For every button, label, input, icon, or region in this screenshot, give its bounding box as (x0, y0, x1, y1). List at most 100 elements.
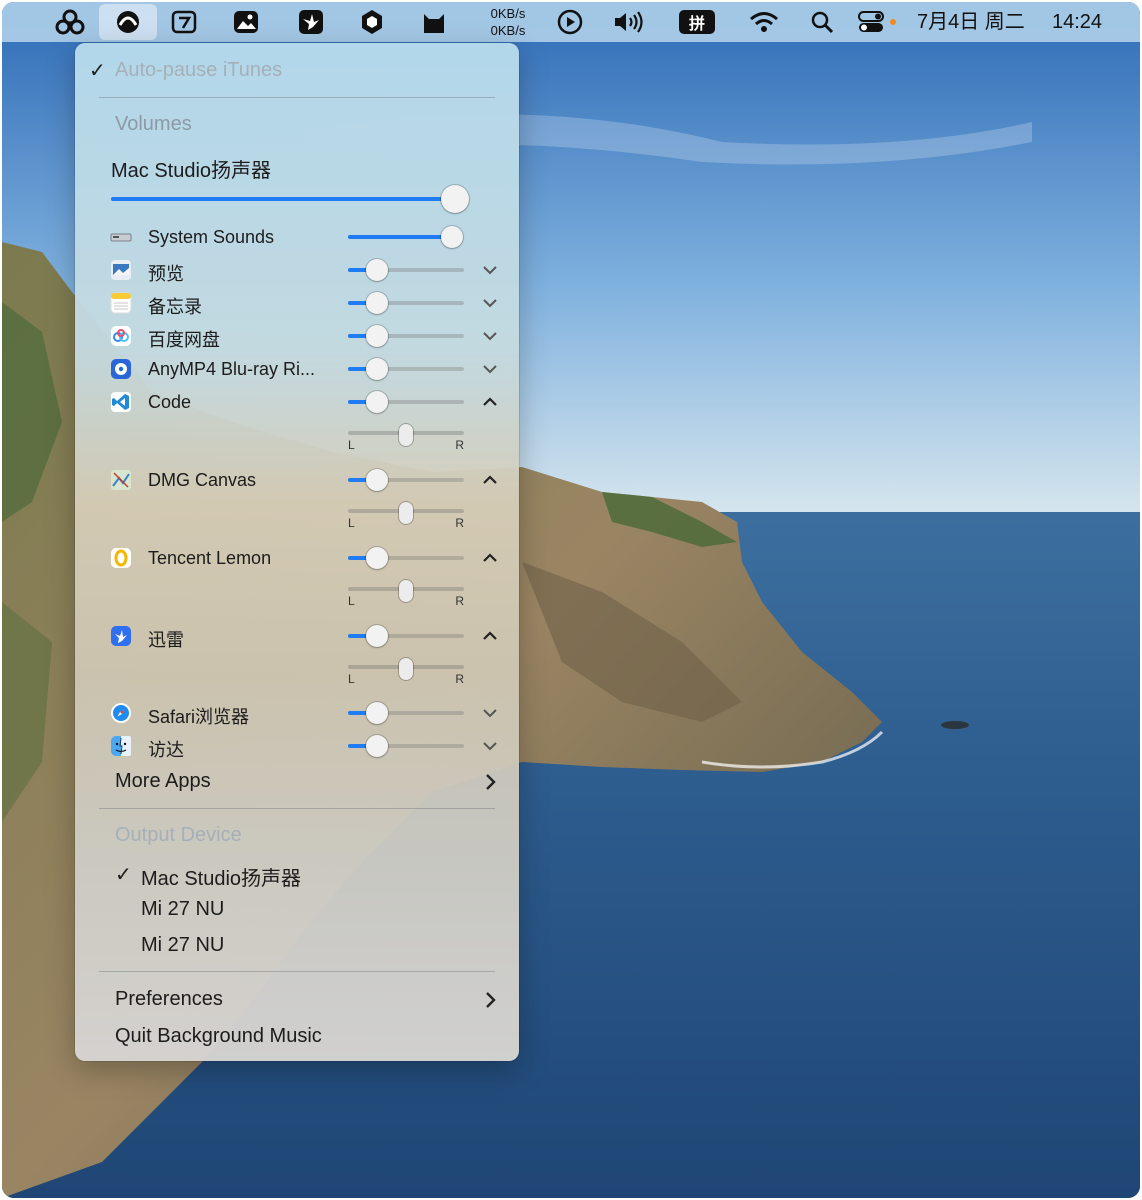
app-volume-slider[interactable] (348, 469, 464, 491)
volume-icon[interactable] (605, 2, 653, 42)
balance-slider[interactable]: LR (348, 580, 464, 608)
app-cluster-icon[interactable] (46, 2, 94, 42)
auto-pause-item[interactable]: ✓ Auto-pause iTunes (75, 55, 519, 87)
output-device-header: Output Device (115, 824, 242, 846)
balance-right-label: R (455, 438, 464, 452)
balance-knob[interactable] (399, 580, 413, 602)
app-volume-slider[interactable] (348, 259, 464, 281)
output-device-label: Mi 27 NU (141, 934, 225, 956)
app-volume-row: DMG Canvas L R (75, 465, 519, 537)
output-device-item[interactable]: Mi 27 NU (75, 929, 519, 963)
app-volume-slider[interactable] (348, 358, 464, 380)
app-volume-slider[interactable] (348, 292, 464, 314)
dmg-canvas-icon (110, 469, 132, 491)
app-volume-slider[interactable] (348, 391, 464, 413)
app-volume-row: Tencent Lemon L R (75, 543, 519, 615)
vscode-icon (110, 391, 132, 413)
notes-icon (110, 292, 132, 314)
chevron-down-icon[interactable] (481, 704, 499, 722)
preferences-item[interactable]: Preferences (75, 983, 519, 1017)
chevron-up-icon[interactable] (481, 549, 499, 567)
menubar-date[interactable]: 7月4日 周二 (917, 2, 1025, 42)
slider-knob[interactable] (366, 735, 388, 757)
balance-slider[interactable]: LR (348, 658, 464, 686)
app-volume-row: 预览 (75, 255, 519, 285)
chevron-up-icon[interactable] (481, 393, 499, 411)
balance-slider[interactable]: LR (348, 502, 464, 530)
more-apps-item[interactable]: More Apps (75, 765, 519, 799)
app-volume-slider[interactable] (348, 735, 464, 757)
app-volume-slider[interactable] (348, 226, 463, 248)
anymp4-icon (110, 358, 132, 380)
balance-right-label: R (455, 516, 464, 530)
slider-knob[interactable] (366, 325, 388, 347)
slider-knob[interactable] (366, 625, 388, 647)
cat-icon[interactable] (410, 2, 458, 42)
app-volume-row: System Sounds (75, 222, 519, 252)
slider-knob[interactable] (366, 547, 388, 569)
output-device-item[interactable]: Mi 27 NU (75, 893, 519, 927)
play-icon[interactable] (546, 2, 594, 42)
separator (99, 808, 495, 809)
balance-knob[interactable] (399, 658, 413, 680)
menu-bar: 0KB/s 0KB/s 拼 7月4日 周二 14:24 (2, 2, 1140, 42)
menubar-time[interactable]: 14:24 (1052, 2, 1102, 42)
device-name: Mac Studio扬声器 (111, 160, 272, 182)
chevron-right-icon (486, 774, 496, 790)
app-volume-row: Safari浏览器 (75, 698, 519, 728)
output-device-label: Mi 27 NU (141, 898, 225, 920)
app-volume-slider[interactable] (348, 702, 464, 724)
slider-knob[interactable] (366, 358, 388, 380)
app-volume-row: AnyMP4 Blu-ray Ri... (75, 354, 519, 384)
editor-icon[interactable] (160, 2, 208, 42)
output-device-item[interactable]: ✓ Mac Studio扬声器 (75, 857, 519, 891)
slider-knob[interactable] (366, 702, 388, 724)
quit-item[interactable]: Quit Background Music (75, 1020, 519, 1054)
balance-left-label: L (348, 438, 355, 452)
network-speed[interactable]: 0KB/s 0KB/s (482, 5, 534, 39)
background-music-icon[interactable] (99, 4, 157, 40)
chevron-up-icon[interactable] (481, 627, 499, 645)
chevron-down-icon[interactable] (481, 294, 499, 312)
balance-left-label: L (348, 516, 355, 530)
slider-knob[interactable] (441, 185, 469, 213)
chevron-down-icon[interactable] (481, 261, 499, 279)
balance-knob[interactable] (399, 424, 413, 446)
tencent-lemon-icon (110, 547, 132, 569)
hexagon-icon[interactable] (348, 2, 396, 42)
app-volume-row: 备忘录 (75, 288, 519, 318)
chevron-down-icon[interactable] (481, 327, 499, 345)
app-name-label: DMG Canvas (148, 470, 257, 490)
more-apps-label: More Apps (115, 770, 211, 792)
quit-label: Quit Background Music (115, 1025, 322, 1047)
app-volume-slider[interactable] (348, 547, 464, 569)
slider-knob[interactable] (366, 292, 388, 314)
chevron-down-icon[interactable] (481, 737, 499, 755)
image-icon[interactable] (222, 2, 270, 42)
input-method-indicator[interactable]: 拼 (679, 10, 715, 34)
search-icon[interactable] (798, 2, 846, 42)
slider-knob[interactable] (441, 226, 463, 248)
app-volume-slider[interactable] (348, 625, 464, 647)
chevron-down-icon[interactable] (481, 360, 499, 378)
xunlei-bird-icon[interactable] (287, 2, 335, 42)
system-sounds-icon (110, 226, 132, 248)
balance-slider[interactable]: LR (348, 424, 464, 452)
upload-speed: 0KB/s (490, 6, 526, 21)
control-center-icon[interactable] (852, 2, 902, 42)
slider-knob[interactable] (366, 469, 388, 491)
app-name-label: 迅雷 (148, 630, 184, 650)
app-name-label: 备忘录 (148, 297, 202, 317)
finder-icon (110, 735, 132, 757)
app-volume-slider[interactable] (348, 325, 464, 347)
app-volume-row: 百度网盘 (75, 321, 519, 351)
wifi-icon[interactable] (740, 2, 788, 42)
slider-knob[interactable] (366, 391, 388, 413)
device-volume-slider[interactable] (111, 184, 469, 214)
app-name-label: Safari浏览器 (148, 707, 250, 727)
safari-icon (110, 702, 132, 724)
checkmark-icon: ✓ (115, 864, 132, 886)
balance-knob[interactable] (399, 502, 413, 524)
slider-knob[interactable] (366, 259, 388, 281)
chevron-up-icon[interactable] (481, 471, 499, 489)
